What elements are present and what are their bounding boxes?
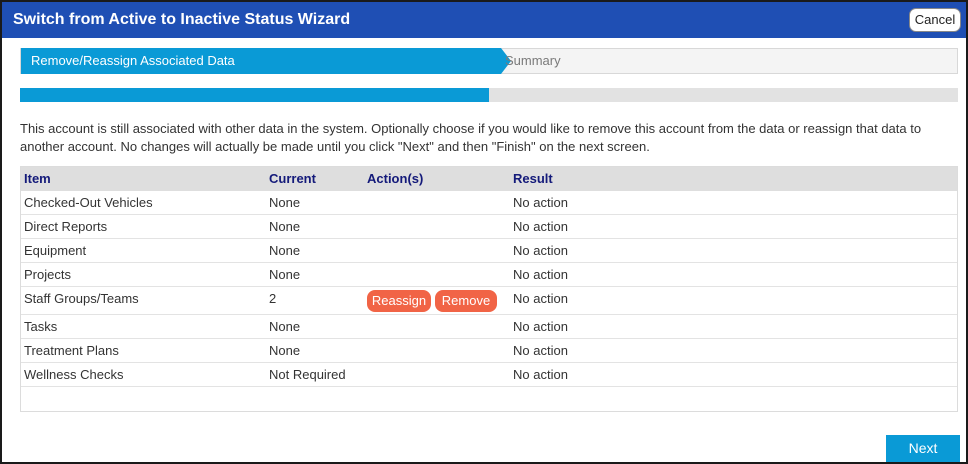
remove-button[interactable]: Remove — [435, 290, 497, 312]
cell-item: Tasks — [24, 319, 58, 334]
cell-item: Staff Groups/Teams — [24, 291, 139, 306]
cell-current: None — [269, 219, 301, 234]
progress-fill — [20, 88, 489, 102]
cell-result: No action — [513, 219, 568, 234]
table-row: Direct Reports None No action — [21, 215, 957, 239]
table-row: Equipment None No action — [21, 239, 957, 263]
cell-current: None — [269, 243, 301, 258]
wizard-title: Switch from Active to Inactive Status Wi… — [13, 11, 351, 28]
progress-bar — [20, 88, 958, 102]
cell-item: Equipment — [24, 243, 87, 258]
cell-current: None — [269, 343, 301, 358]
cell-current: None — [269, 319, 301, 334]
column-header-result: Result — [513, 171, 553, 186]
next-button[interactable]: Next — [886, 435, 960, 462]
column-header-current: Current — [269, 171, 316, 186]
column-header-item: Item — [24, 171, 51, 186]
cell-item: Projects — [24, 267, 71, 282]
reassign-button[interactable]: Reassign — [367, 290, 431, 312]
cell-current: None — [269, 195, 301, 210]
table-row: Wellness Checks Not Required No action — [21, 363, 957, 387]
wizard-titlebar: Switch from Active to Inactive Status Wi… — [2, 2, 966, 38]
table-row: Tasks None No action — [21, 315, 957, 339]
cancel-button[interactable]: Cancel — [909, 8, 961, 32]
table-header: Item Current Action(s) Result — [21, 167, 957, 191]
cell-result: No action — [513, 243, 568, 258]
cell-result: No action — [513, 319, 568, 334]
step-remove-reassign: Remove/Reassign Associated Data — [21, 48, 501, 74]
column-header-actions: Action(s) — [367, 171, 424, 186]
wizard-window: Switch from Active to Inactive Status Wi… — [0, 0, 968, 464]
wizard-steps: Remove/Reassign Associated Data Summary — [20, 48, 958, 74]
associated-data-table: Item Current Action(s) Result Checked-Ou… — [20, 166, 958, 412]
cell-item: Treatment Plans — [24, 343, 119, 358]
cell-item: Wellness Checks — [24, 367, 124, 382]
description-text: This account is still associated with ot… — [20, 121, 922, 154]
cell-item: Direct Reports — [24, 219, 108, 234]
step-summary: Summary — [505, 53, 561, 68]
cell-result: No action — [513, 367, 568, 382]
cell-current: Not Required — [269, 367, 346, 382]
table-row: Checked-Out Vehicles None No action — [21, 191, 957, 215]
cell-item: Checked-Out Vehicles — [24, 195, 153, 210]
cell-result: No action — [513, 291, 568, 306]
cell-result: No action — [513, 343, 568, 358]
table-row: Treatment Plans None No action — [21, 339, 957, 363]
cell-current: 2 — [269, 291, 277, 306]
cell-result: No action — [513, 267, 568, 282]
cell-current: None — [269, 267, 301, 282]
cell-result: No action — [513, 195, 568, 210]
table-row: Staff Groups/Teams 2 Reassign Remove No … — [21, 287, 957, 315]
table-row: Projects None No action — [21, 263, 957, 287]
